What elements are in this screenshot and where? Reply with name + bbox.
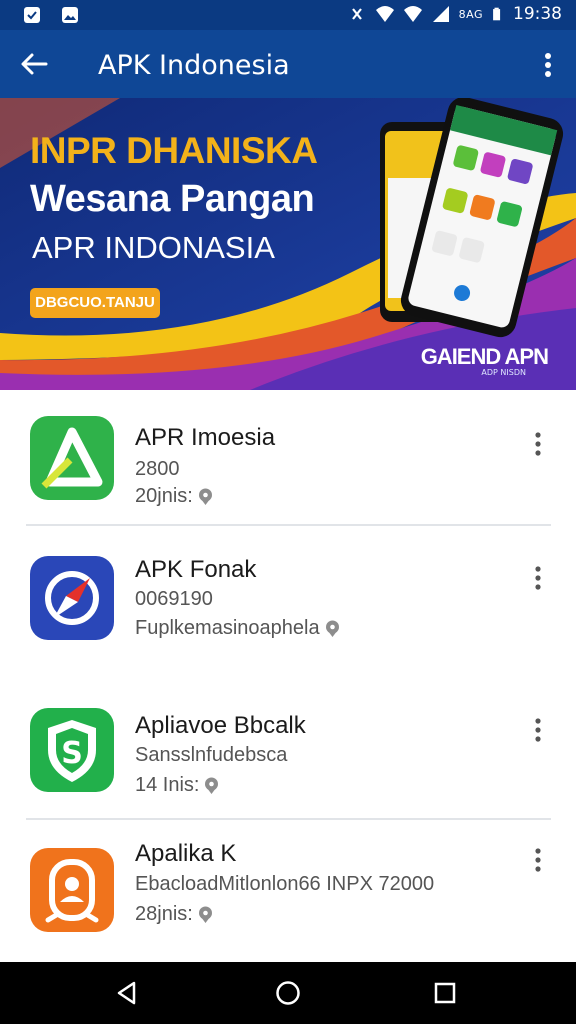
location-pin-icon bbox=[198, 906, 212, 923]
person-badge-icon bbox=[30, 848, 114, 932]
list-item[interactable]: APR Imoesia 2800 20jnis: bbox=[0, 390, 576, 520]
back-triangle-icon[interactable] bbox=[112, 978, 142, 1008]
battery-icon bbox=[493, 7, 501, 21]
banner-tagline: APR INDONASIA bbox=[32, 230, 275, 265]
app-bar: APK Indonesia bbox=[0, 30, 576, 98]
mute-icon bbox=[351, 8, 362, 20]
signal-icon bbox=[403, 6, 422, 22]
clock: 19:38 bbox=[513, 4, 562, 24]
network-label: 8AG bbox=[458, 7, 483, 21]
triangle-logo-icon bbox=[30, 416, 114, 500]
banner-brand-logo: GAIEND APN bbox=[420, 344, 549, 369]
svg-text:S: S bbox=[61, 736, 83, 771]
shield-dollar-icon: S bbox=[30, 708, 114, 792]
app-name: Apliavoe Bbcalk bbox=[135, 712, 306, 739]
more-vert-icon[interactable] bbox=[528, 716, 548, 744]
app-subtitle: 0069190 bbox=[135, 588, 213, 610]
app-meta-text: Fuplkemasinoaphela bbox=[135, 617, 320, 639]
page-title: APK Indonesia bbox=[98, 50, 290, 81]
app-meta-text: 14 Inis: bbox=[135, 774, 200, 796]
banner-subheadline: Wesana Pangan bbox=[30, 178, 315, 220]
wifi-icon bbox=[375, 6, 394, 22]
banner-brand-caption: ADP NISDN bbox=[481, 368, 526, 377]
location-pin-icon bbox=[198, 488, 212, 505]
app-subtitle: Sansslnfudebsca bbox=[135, 744, 288, 766]
more-vert-icon[interactable] bbox=[538, 50, 558, 80]
recents-square-icon[interactable] bbox=[430, 978, 460, 1008]
app-subtitle: 2800 bbox=[135, 458, 180, 480]
location-pin-icon bbox=[205, 777, 219, 794]
more-vert-icon[interactable] bbox=[528, 564, 548, 592]
divider bbox=[26, 524, 551, 526]
promo-banner[interactable]: INPR DHANISKA Wesana Pangan APR INDONASI… bbox=[0, 98, 576, 390]
app-meta: 14 Inis: bbox=[135, 774, 220, 797]
system-nav-bar bbox=[0, 962, 576, 1024]
list-item[interactable]: APK Fonak 0069190 Fuplkemasinoaphela bbox=[0, 530, 576, 660]
more-vert-icon[interactable] bbox=[528, 430, 548, 458]
app-meta-text: 28jnis: bbox=[135, 903, 193, 925]
banner-cta-button[interactable]: DBGCUO.TANJU bbox=[30, 288, 160, 318]
arrow-left-icon[interactable] bbox=[18, 50, 50, 78]
app-name: APR Imoesia bbox=[135, 424, 276, 451]
gallery-icon bbox=[62, 7, 78, 23]
home-circle-icon[interactable] bbox=[273, 978, 303, 1008]
app-meta-text: 20jnis: bbox=[135, 485, 193, 507]
app-subtitle: EbacloadMitlonlon66 INPX 72000 bbox=[135, 873, 435, 895]
list-item[interactable]: S Apliavoe Bbcalk Sansslnfudebsca 14 Ini… bbox=[0, 682, 576, 812]
signal-icon bbox=[432, 6, 449, 22]
notification-check-icon bbox=[24, 7, 40, 23]
banner-headline: INPR DHANISKA bbox=[30, 130, 318, 171]
location-pin-icon bbox=[325, 620, 339, 637]
app-meta: 28jnis: bbox=[135, 903, 214, 926]
app-meta: 20jnis: bbox=[135, 485, 214, 508]
status-bar: 8AG 19:38 bbox=[0, 0, 576, 30]
app-name: APK Fonak bbox=[135, 556, 257, 583]
list-item[interactable]: Apalika K EbacloadMitlonlon66 INPX 72000… bbox=[0, 822, 576, 952]
compass-icon bbox=[30, 556, 114, 640]
app-name: Apalika K bbox=[135, 840, 237, 867]
app-meta: Fuplkemasinoaphela bbox=[135, 617, 341, 640]
divider bbox=[26, 818, 551, 820]
more-vert-icon[interactable] bbox=[528, 846, 548, 874]
